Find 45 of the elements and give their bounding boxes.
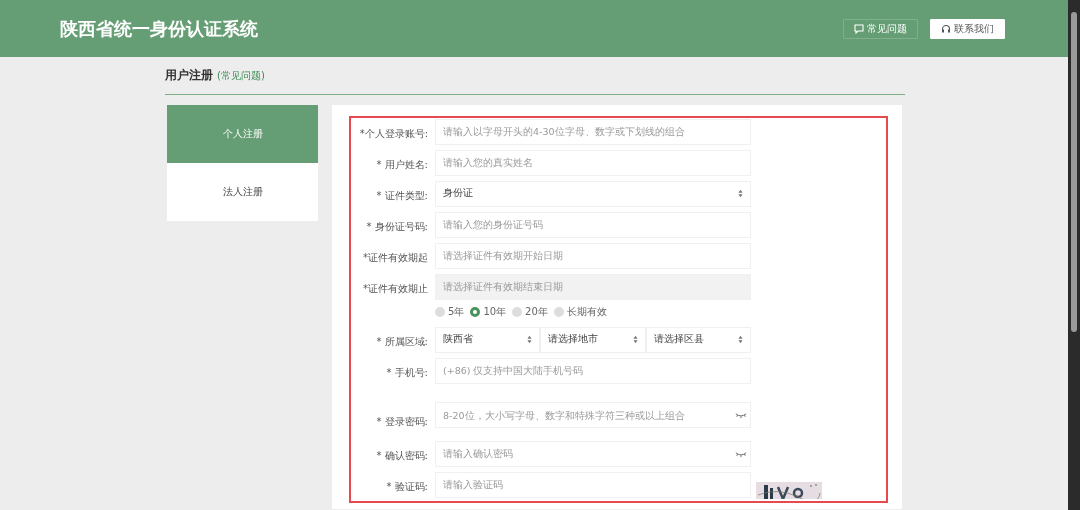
- radio-option[interactable]: 10年: [470, 305, 507, 319]
- site-title: 陕西省统一身份认证系统: [60, 16, 258, 41]
- page-title: 用户注册: [165, 67, 213, 84]
- radio-button[interactable]: [512, 307, 523, 317]
- select-arrows-icon: [737, 335, 743, 344]
- radio-option[interactable]: 20年: [512, 305, 548, 319]
- faq-link[interactable]: (常见问题): [217, 68, 265, 83]
- radio-button[interactable]: [435, 307, 445, 317]
- headset-icon: [941, 23, 951, 34]
- select-arrows-icon: [527, 335, 533, 344]
- select-field[interactable]: 陕西省: [435, 326, 541, 353]
- password-field[interactable]: 请输入确认密码: [435, 440, 751, 467]
- input-field[interactable]: 请输入您的真实姓名: [435, 149, 751, 176]
- field-label: * 验证码:: [386, 481, 428, 492]
- radio-option[interactable]: 长期有效: [553, 305, 607, 319]
- input-field[interactable]: 请选择证件有效期开始日期: [435, 242, 751, 269]
- registration-tab[interactable]: 法人注册: [167, 163, 318, 221]
- field-label: * 所属区域:: [376, 336, 428, 347]
- input-field[interactable]: 请输入以字母开头的4-30位字母、数字或下划线的组合: [435, 118, 751, 145]
- eye-closed-icon[interactable]: [735, 412, 747, 419]
- select-arrows-icon: [632, 335, 638, 344]
- eye-closed-icon[interactable]: [735, 450, 747, 458]
- radio-option[interactable]: 5年: [435, 305, 465, 319]
- input-field[interactable]: (+86) 仅支持中国大陆手机号码: [435, 357, 751, 384]
- input-field[interactable]: 请输入验证码: [435, 471, 751, 498]
- field-label: * 身份证号码:: [366, 221, 428, 232]
- field-label: * 用户姓名:: [376, 159, 428, 170]
- field-label: *证件有效期止: [363, 283, 428, 294]
- select-field[interactable]: 身份证: [435, 180, 751, 207]
- field-label: * 证件类型:: [376, 190, 428, 201]
- scrollbar[interactable]: [1068, 0, 1080, 510]
- field-label: *证件有效期起: [363, 252, 428, 263]
- scrollbar-thumb[interactable]: [1071, 12, 1077, 332]
- field-label: * 确认密码:: [376, 450, 428, 461]
- radio-button[interactable]: [553, 307, 564, 317]
- field-label: * 登录密码:: [376, 415, 428, 427]
- input-field[interactable]: 请输入您的身份证号码: [435, 211, 751, 238]
- field-label: * 手机号:: [386, 367, 428, 378]
- select-field[interactable]: 请选择区县: [645, 326, 751, 353]
- password-field[interactable]: 8-20位，大小写字母、数字和特殊字符三种或以上组合: [435, 402, 751, 428]
- radio-button[interactable]: [470, 307, 481, 317]
- select-arrows-icon: [738, 189, 743, 198]
- contact-button[interactable]: 联系我们: [930, 18, 1005, 39]
- field-label: *个人登录账号:: [359, 128, 428, 139]
- select-field[interactable]: 请选择地市: [540, 326, 646, 353]
